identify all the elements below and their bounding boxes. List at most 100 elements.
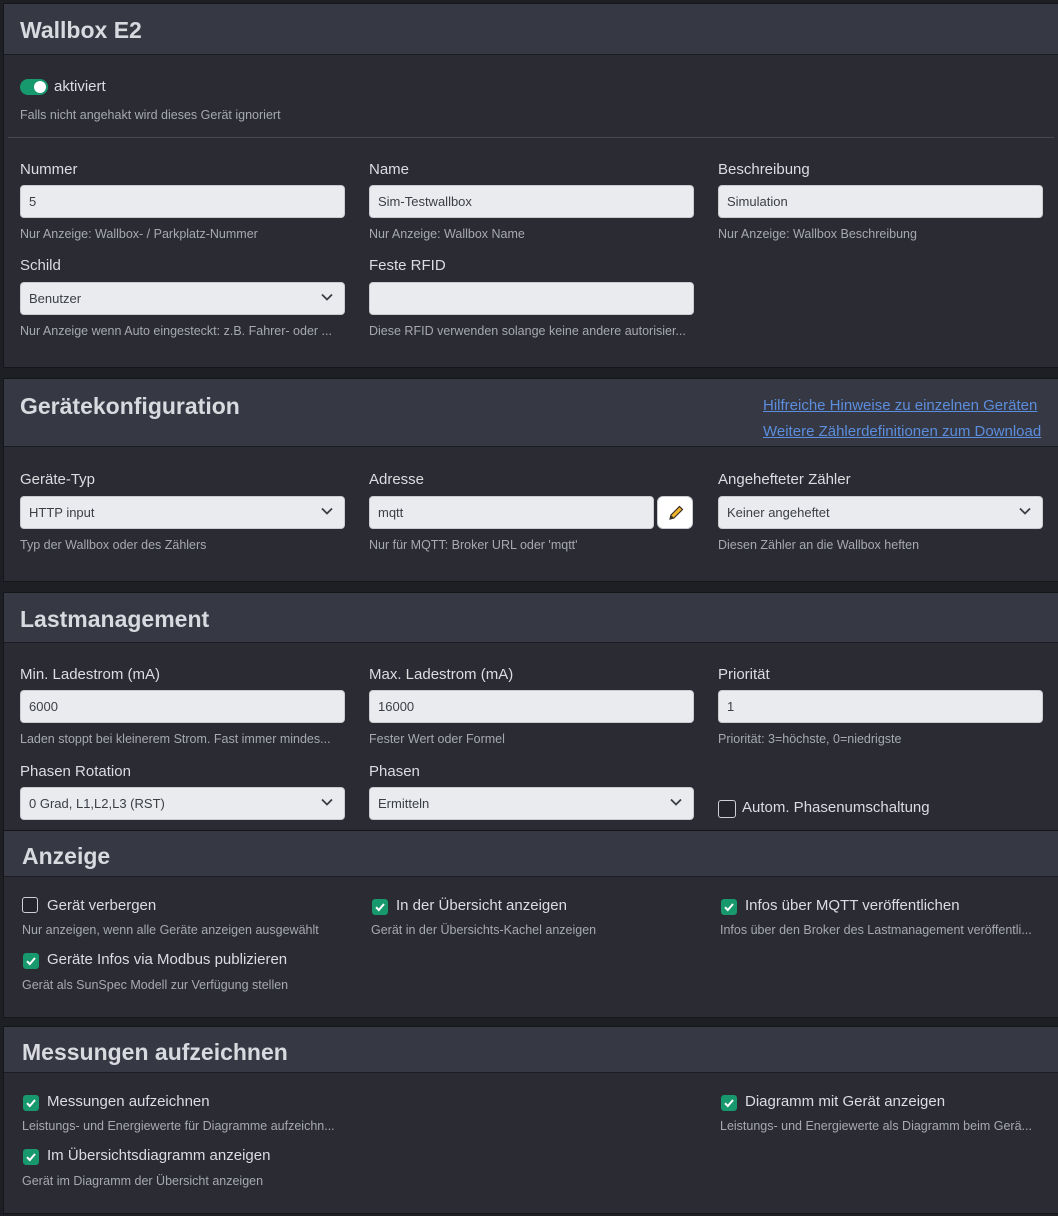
lastmanagement-card: Lastmanagement Min. Ladestrom (mA) 6000 … — [3, 592, 1058, 832]
typ-select-value: HTTP input — [29, 505, 95, 520]
autom-phasenumschaltung-checkbox[interactable] — [718, 800, 736, 818]
diagramm-label: Diagramm mit Gerät anzeigen — [745, 1093, 946, 1110]
mqtt-label: Infos über MQTT veröffentlichen — [745, 897, 960, 914]
diagramm-checkbox[interactable] — [721, 1095, 737, 1111]
schild-help: Nur Anzeige wenn Auto eingesteckt: z.B. … — [20, 324, 332, 338]
chevron-down-icon — [1019, 507, 1031, 515]
rfid-help: Diese RFID verwenden solange keine ander… — [369, 324, 686, 338]
messungen-card: Messungen aufzeichnen Messungen aufzeich… — [3, 1026, 1058, 1214]
geraetekonfig-card: Gerätekonfiguration Hilfreiche Hinweise … — [3, 378, 1058, 582]
min-ladestrom-label: Min. Ladestrom (mA) — [20, 666, 161, 683]
uebersichtsdiagramm-help: Gerät im Diagramm der Übersicht anzeigen — [22, 1174, 264, 1188]
chevron-down-icon — [321, 507, 333, 515]
wallbox-card: Wallbox E2 aktiviert Falls nicht angehak… — [3, 3, 1058, 368]
rfid-input[interactable] — [369, 282, 694, 315]
prioritaet-label: Priorität — [718, 666, 770, 683]
uebersichtsdiagramm-label: Im Übersichtsdiagramm anzeigen — [47, 1147, 271, 1164]
max-ladestrom-help: Fester Wert oder Formel — [369, 732, 505, 746]
min-ladestrom-input[interactable]: 6000 — [20, 690, 345, 723]
uebersichtsdiagramm-checkbox[interactable] — [23, 1149, 39, 1165]
adresse-help: Nur für MQTT: Broker URL oder 'mqtt' — [369, 538, 578, 552]
schild-label: Schild — [20, 257, 61, 274]
typ-select[interactable]: HTTP input — [20, 496, 345, 529]
uebersicht-help: Gerät in der Übersichts-Kachel anzeigen — [371, 923, 597, 937]
messungen-aufzeichnen-label: Messungen aufzeichnen — [47, 1093, 210, 1110]
mqtt-checkbox[interactable] — [721, 899, 737, 915]
nummer-input[interactable]: 5 — [20, 185, 345, 218]
modbus-help: Gerät als SunSpec Modell zur Verfügung s… — [22, 978, 289, 992]
wallbox-divider — [8, 137, 1054, 138]
edit-address-button[interactable] — [657, 496, 693, 529]
min-ladestrom-help: Laden stoppt bei kleinerem Strom. Fast i… — [20, 732, 331, 746]
hinweise-link[interactable]: Hilfreiche Hinweise zu einzelnen Geräten — [763, 397, 1037, 414]
chevron-down-icon — [321, 293, 333, 301]
name-label: Name — [369, 161, 410, 178]
phasen-select-value: Ermitteln — [378, 796, 430, 811]
nummer-label: Nummer — [20, 161, 78, 178]
enabled-help: Falls nicht angehakt wird dieses Gerät i… — [20, 108, 281, 122]
geraetekonfig-card-header: Gerätekonfiguration Hilfreiche Hinweise … — [4, 379, 1058, 447]
geraetekonfig-title: Gerätekonfiguration — [20, 393, 240, 419]
beschreibung-input[interactable]: Simulation — [718, 185, 1043, 218]
chevron-down-icon — [670, 798, 682, 806]
lastmanagement-title: Lastmanagement — [20, 606, 210, 632]
checkmark-icon — [724, 903, 734, 912]
checkmark-icon — [26, 957, 36, 966]
beschreibung-help: Nur Anzeige: Wallbox Beschreibung — [718, 227, 917, 241]
messungen-aufzeichnen-checkbox[interactable] — [23, 1095, 39, 1111]
typ-label: Geräte-Typ — [20, 471, 96, 488]
mqtt-help: Infos über den Broker des Lastmanagement… — [720, 923, 1032, 937]
wallbox-card-header: Wallbox E2 — [4, 4, 1058, 55]
name-input[interactable]: Sim-Testwallbox — [369, 185, 694, 218]
zaehler-help: Diesen Zähler an die Wallbox heften — [718, 538, 920, 552]
zaehler-select[interactable]: Keiner angeheftet — [718, 496, 1043, 529]
prioritaet-help: Priorität: 3=höchste, 0=niedrigste — [718, 732, 902, 746]
enabled-toggle[interactable] — [20, 79, 48, 95]
typ-help: Typ der Wallbox oder des Zählers — [20, 538, 207, 552]
messungen-aufzeichnen-help: Leistungs- und Energiewerte für Diagramm… — [22, 1119, 335, 1133]
name-help: Nur Anzeige: Wallbox Name — [369, 227, 525, 241]
phasen-label: Phasen — [369, 763, 420, 780]
rfid-label: Feste RFID — [369, 257, 446, 274]
zaehlerdefinitionen-link[interactable]: Weitere Zählerdefinitionen zum Download — [763, 423, 1041, 440]
toggle-knob — [34, 81, 46, 93]
phasen-select[interactable]: Ermitteln — [369, 787, 694, 820]
wallbox-title: Wallbox E2 — [20, 17, 142, 43]
enabled-label: aktiviert — [54, 78, 106, 95]
max-ladestrom-label: Max. Ladestrom (mA) — [369, 666, 514, 683]
schild-select[interactable]: Benutzer — [20, 282, 345, 315]
pencil-icon — [669, 505, 684, 520]
anzeige-card-header: Anzeige — [4, 831, 1058, 877]
verbergen-checkbox[interactable] — [22, 897, 38, 913]
beschreibung-label: Beschreibung — [718, 161, 810, 178]
anzeige-card: Anzeige Gerät verbergen Nur anzeigen, we… — [3, 830, 1058, 1018]
rotation-label: Phasen Rotation — [20, 763, 131, 780]
uebersicht-label: In der Übersicht anzeigen — [396, 897, 567, 914]
schild-select-value: Benutzer — [29, 291, 82, 306]
zaehler-label: Angehefteter Zähler — [718, 471, 851, 488]
verbergen-help: Nur anzeigen, wenn alle Geräte anzeigen … — [22, 923, 319, 937]
diagramm-help: Leistungs- und Energiewerte als Diagramm… — [720, 1119, 1032, 1133]
rotation-select[interactable]: 0 Grad, L1,L2,L3 (RST) — [20, 787, 345, 820]
nummer-help: Nur Anzeige: Wallbox- / Parkplatz-Nummer — [20, 227, 258, 241]
verbergen-label: Gerät verbergen — [47, 897, 157, 914]
autom-phasenumschaltung-label: Autom. Phasenumschaltung — [742, 799, 930, 816]
zaehler-select-value: Keiner angeheftet — [727, 505, 830, 520]
adresse-label: Adresse — [369, 471, 425, 488]
prioritaet-input[interactable]: 1 — [718, 690, 1043, 723]
adresse-input[interactable]: mqtt — [369, 496, 654, 529]
modbus-label: Geräte Infos via Modbus publizieren — [47, 951, 288, 968]
checkmark-icon — [375, 903, 385, 912]
checkmark-icon — [26, 1099, 36, 1108]
rotation-select-value: 0 Grad, L1,L2,L3 (RST) — [29, 796, 165, 811]
lastmanagement-card-header: Lastmanagement — [4, 593, 1058, 643]
uebersicht-checkbox[interactable] — [372, 899, 388, 915]
anzeige-title: Anzeige — [22, 843, 111, 869]
checkmark-icon — [724, 1099, 734, 1108]
max-ladestrom-input[interactable]: 16000 — [369, 690, 694, 723]
messungen-card-header: Messungen aufzeichnen — [4, 1027, 1058, 1073]
checkmark-icon — [26, 1153, 36, 1162]
messungen-title: Messungen aufzeichnen — [22, 1039, 288, 1065]
modbus-checkbox[interactable] — [23, 953, 39, 969]
chevron-down-icon — [321, 798, 333, 806]
